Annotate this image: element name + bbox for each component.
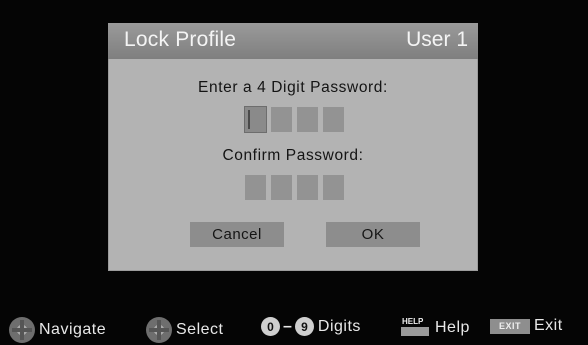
legend-select: Select	[146, 317, 223, 343]
legend-help-label: Help	[435, 319, 470, 336]
help-key-icon: HELP	[401, 317, 431, 339]
confirm-digit-4[interactable]	[323, 175, 344, 200]
profile-user: User 1	[406, 28, 468, 51]
help-key-text: HELP	[402, 317, 424, 326]
enter-password-field[interactable]	[244, 106, 344, 133]
legend-digits: 0 – 9 Digits	[261, 317, 361, 336]
help-key-bar	[401, 327, 429, 336]
legend-help: HELP Help	[401, 317, 470, 339]
confirm-digit-3[interactable]	[297, 175, 318, 200]
remote-key-legend: Navigate Select 0 – 9 Digits HELP Help E…	[0, 313, 588, 345]
legend-exit: EXIT Exit	[490, 317, 563, 335]
cancel-button[interactable]: Cancel	[190, 222, 284, 247]
dialog-titlebar: Lock Profile User 1	[108, 23, 478, 59]
confirm-password-label: Confirm Password:	[222, 147, 364, 164]
lock-profile-dialog: Lock Profile User 1 Enter a 4 Digit Pass…	[108, 23, 478, 271]
legend-navigate-label: Navigate	[39, 321, 107, 338]
confirm-digit-1[interactable]	[245, 175, 266, 200]
pin-digit-2[interactable]	[271, 107, 292, 132]
enter-password-label: Enter a 4 Digit Password:	[198, 79, 388, 96]
pin-digit-1[interactable]	[244, 106, 267, 133]
digit-range-dash: –	[283, 317, 292, 335]
confirm-digit-2[interactable]	[271, 175, 292, 200]
exit-key-icon: EXIT	[490, 318, 530, 334]
digit-0-key-icon: 0	[261, 317, 280, 336]
pin-digit-4[interactable]	[323, 107, 344, 132]
legend-digits-label: Digits	[317, 317, 361, 335]
legend-navigate: Navigate	[9, 317, 106, 343]
legend-exit-label: Exit	[534, 317, 563, 334]
ok-button[interactable]: OK	[326, 222, 420, 247]
confirm-password-field[interactable]	[245, 175, 344, 200]
pin-digit-3[interactable]	[297, 107, 318, 132]
dpad-icon	[146, 317, 172, 343]
dpad-icon	[9, 317, 35, 343]
dialog-title: Lock Profile	[124, 28, 237, 51]
legend-select-label: Select	[176, 321, 224, 338]
digit-9-key-icon: 9	[294, 317, 314, 336]
